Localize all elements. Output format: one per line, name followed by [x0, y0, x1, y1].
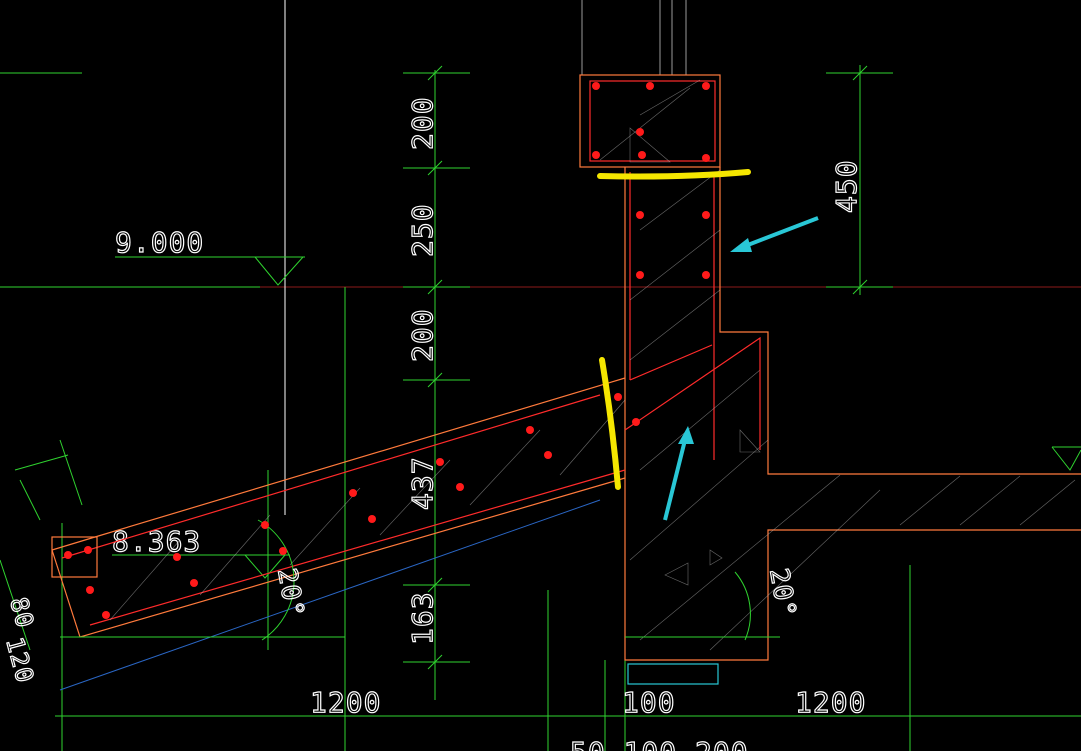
bottom-dimension-chain [55, 287, 1081, 751]
dim-200-a: 200 [406, 96, 439, 150]
dim-1200-right: 1200 [795, 686, 866, 719]
dim-80: 80 [4, 594, 39, 631]
dim-450: 450 [830, 159, 863, 213]
elevation-mark-top [0, 256, 305, 288]
cyan-arrow-upper [730, 216, 819, 252]
dim-250: 250 [406, 203, 439, 257]
dim-100: 100 [622, 686, 676, 719]
dim-437: 437 [406, 456, 439, 510]
angle-left: 20° [271, 566, 309, 620]
dim-200-b: 200 [406, 308, 439, 362]
right-edge-marker-tri [1051, 446, 1081, 471]
dim-1200-left: 1200 [310, 686, 381, 719]
dim-163: 163 [406, 591, 439, 645]
yellow-markup-horizontal [597, 169, 751, 180]
cyan-arrow-lower [663, 426, 694, 521]
bottom-plate [627, 663, 719, 685]
wall-section [624, 167, 1081, 661]
angle-right: 20° [763, 566, 801, 620]
cad-drawing: 9.000 8.363 200 250 200 437 163 450 1200… [0, 0, 1081, 751]
dimension-texts: 200 250 200 437 163 450 1200 100 1200 50… [0, 96, 866, 751]
dim-120: 120 [0, 634, 39, 686]
dim-bottom-partial: 50 100 200 [570, 736, 749, 751]
elevation-top-label: 9.000 [115, 226, 204, 259]
reference-lines [0, 0, 1081, 751]
